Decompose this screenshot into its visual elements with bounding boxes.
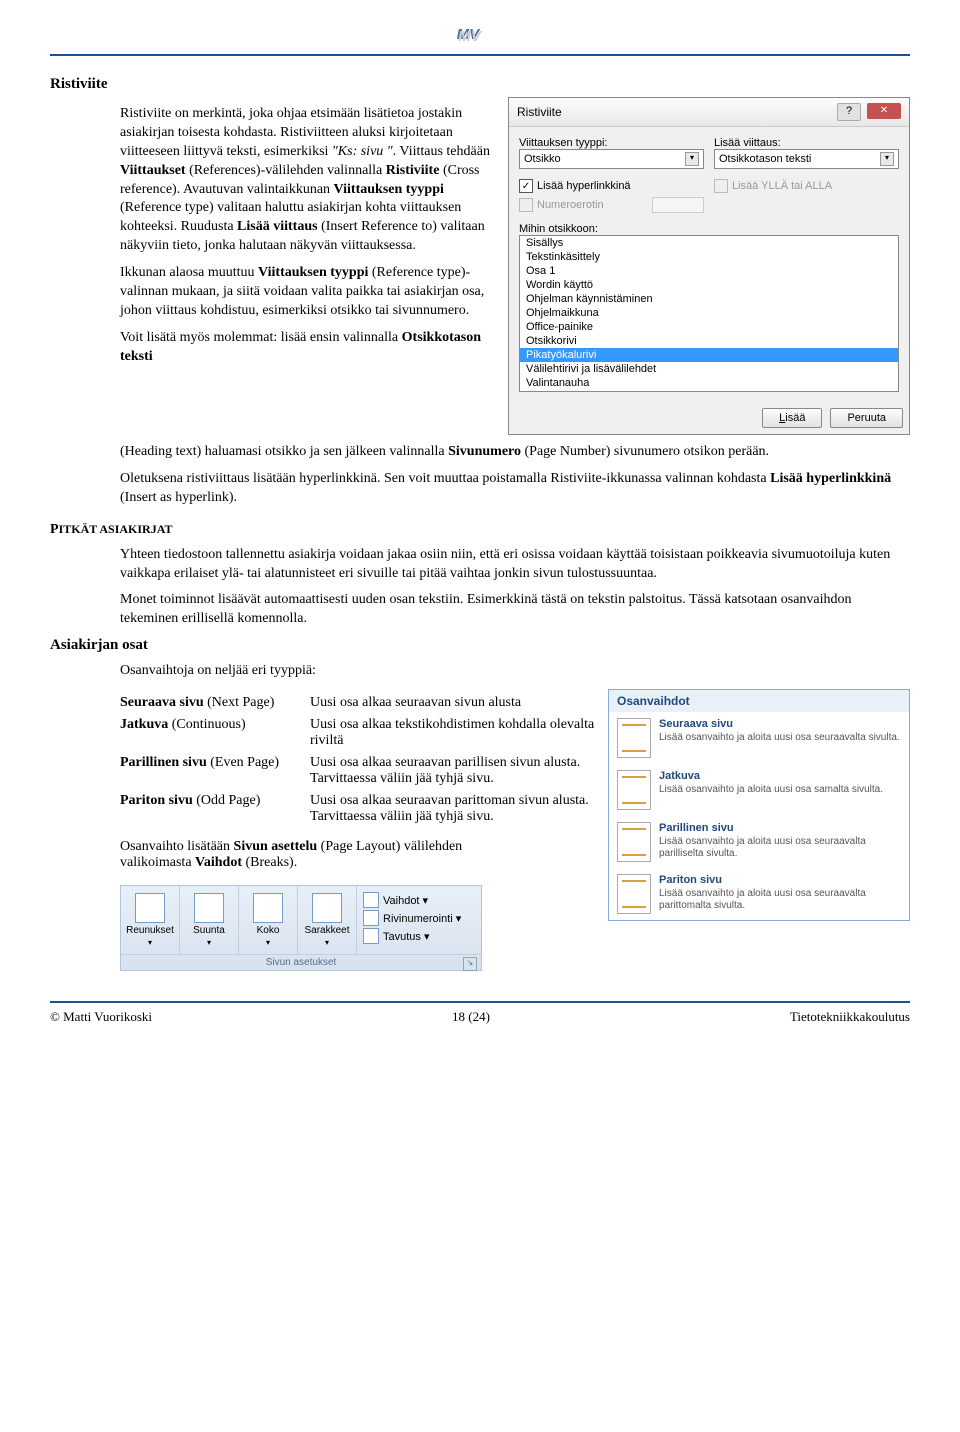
mini-icon <box>363 928 379 944</box>
osanvaihto-item[interactable]: Parillinen sivuLisää osanvaihto ja aloit… <box>609 816 909 868</box>
num-separator-checkbox: Numeroerotin <box>519 197 704 213</box>
insert-reference-combo[interactable]: Otsikkotason teksti ▾ <box>714 149 899 169</box>
def-row: Seuraava sivu (Next Page)Uusi osa alkaa … <box>120 695 598 711</box>
reference-type-combo[interactable]: Otsikko ▾ <box>519 149 704 169</box>
page-header: MVMV <box>50 20 910 56</box>
list-item[interactable]: Valintanauha <box>520 376 898 390</box>
def-row: Parillinen sivu (Even Page)Uusi osa alka… <box>120 755 598 787</box>
dialog-launcher-icon[interactable]: ↘ <box>463 957 477 971</box>
paragraph: Oletuksena ristiviittaus lisätään hyperl… <box>120 470 910 508</box>
list-item[interactable]: Välilehtirivi ja lisävälilehdet <box>520 362 898 376</box>
close-button[interactable]: ✕ <box>867 103 901 119</box>
footer-page: 18 (24) <box>452 1009 490 1025</box>
paragraph: (Heading text) haluamasi otsikko ja sen … <box>120 443 910 462</box>
paragraph: Ikkunan alaosa muuttuu Viittauksen tyypp… <box>120 264 498 321</box>
ribbon-icon <box>135 893 165 923</box>
chevron-down-icon: ▾ <box>685 152 699 166</box>
osanvaihto-item[interactable]: Pariton sivuLisää osanvaihto ja aloita u… <box>609 868 909 920</box>
svg-text:MV: MV <box>458 28 482 45</box>
osanvaihto-item[interactable]: JatkuvaLisää osanvaihto ja aloita uusi o… <box>609 764 909 816</box>
paragraph: Osanvaihtoja on neljää eri tyyppiä: <box>120 662 910 681</box>
osanvaihto-item[interactable]: Seuraava sivuLisää osanvaihto ja aloita … <box>609 712 909 764</box>
reference-type-label: Viittauksen tyyppi: <box>519 137 704 149</box>
list-item[interactable]: Wordin käyttö <box>520 278 898 292</box>
dialog-titlebar: Ristiviite ? ✕ <box>509 98 909 127</box>
section-break-icon <box>617 718 651 758</box>
insert-button[interactable]: Lisää <box>762 408 822 428</box>
paragraph: Yhteen tiedostoon tallennettu asiakirja … <box>120 546 910 584</box>
paragraph: Monet toiminnot lisäävät automaattisesti… <box>120 591 910 629</box>
ribbon-button[interactable]: Sarakkeet▾ <box>298 886 357 954</box>
ribbon-group-label: Sivun asetukset ↘ <box>121 954 481 970</box>
mini-icon <box>363 910 379 926</box>
def-row: Jatkuva (Continuous)Uusi osa alkaa tekst… <box>120 717 598 749</box>
ribbon-icon <box>194 893 224 923</box>
ribbon-item[interactable]: Rivinumerointi ▾ <box>363 910 475 926</box>
list-item[interactable]: Ohjelmaikkuna <box>520 306 898 320</box>
ribbon-button[interactable]: Koko▾ <box>239 886 298 954</box>
paragraph: Osanvaihto lisätään Sivun asettelu (Page… <box>120 839 480 871</box>
cancel-button[interactable]: Peruuta <box>830 408 903 428</box>
ribbon-icon <box>253 893 283 923</box>
page-layout-ribbon: Reunukset▾Suunta▾Koko▾Sarakkeet▾ Vaihdot… <box>120 885 482 971</box>
osanvaihdot-menu: Osanvaihdot Seuraava sivuLisää osanvaiht… <box>608 689 910 921</box>
which-heading-label: Mihin otsikkoon: <box>519 223 899 235</box>
paragraph: Voit lisätä myös molemmat: lisää ensin v… <box>120 329 498 367</box>
ribbon-button[interactable]: Reunukset▾ <box>121 886 180 954</box>
help-button[interactable]: ? <box>837 103 861 121</box>
ristiviite-heading: Ristiviite <box>50 76 910 93</box>
def-row: Pariton sivu (Odd Page)Uusi osa alkaa se… <box>120 793 598 825</box>
footer-course: Tietotekniikkakoulutus <box>790 1009 910 1025</box>
heading-listbox[interactable]: SisällysTekstinkäsittelyOsa 1 Wordin käy… <box>519 235 899 392</box>
ribbon-icon <box>312 893 342 923</box>
ristiviite-dialog: Ristiviite ? ✕ Viittauksen tyyppi: Otsik… <box>508 97 910 435</box>
osanvaihdot-title: Osanvaihdot <box>609 690 909 712</box>
chevron-down-icon: ▾ <box>880 152 894 166</box>
ribbon-item[interactable]: Tavutus ▾ <box>363 928 475 944</box>
list-item[interactable]: Pikatyökalurivi <box>520 348 898 362</box>
mini-icon <box>363 892 379 908</box>
section-break-icon <box>617 874 651 914</box>
list-item[interactable]: Osa 1 <box>520 264 898 278</box>
ribbon-button[interactable]: Suunta▾ <box>180 886 239 954</box>
pitkat-asiakirjat-heading: PITKÄT ASIAKIRJAT <box>50 522 910 538</box>
list-item[interactable]: Sisällys <box>520 236 898 250</box>
page-footer: © Matti Vuorikoski 18 (24) Tietotekniikk… <box>50 1001 910 1025</box>
list-item[interactable]: Ohjelman käynnistäminen <box>520 292 898 306</box>
section-break-icon <box>617 822 651 862</box>
paragraph: Ristiviite on merkintä, joka ohjaa etsim… <box>120 105 498 256</box>
list-item[interactable]: Tekstinkäsittely <box>520 250 898 264</box>
asiakirjan-osat-heading: Asiakirjan osat <box>50 637 910 654</box>
ribbon-item[interactable]: Vaihdot ▾ <box>363 892 475 908</box>
include-above-checkbox: Lisää YLLÄ tai ALLA <box>714 179 899 193</box>
footer-author: © Matti Vuorikoski <box>50 1009 152 1025</box>
insert-reference-label: Lisää viittaus: <box>714 137 899 149</box>
logo: MVMV <box>455 20 505 50</box>
list-item[interactable]: Otsikkorivi <box>520 334 898 348</box>
insert-hyperlink-checkbox[interactable]: ✓ Lisää hyperlinkkinä <box>519 179 704 193</box>
list-item[interactable]: Office-painike <box>520 320 898 334</box>
section-break-icon <box>617 770 651 810</box>
